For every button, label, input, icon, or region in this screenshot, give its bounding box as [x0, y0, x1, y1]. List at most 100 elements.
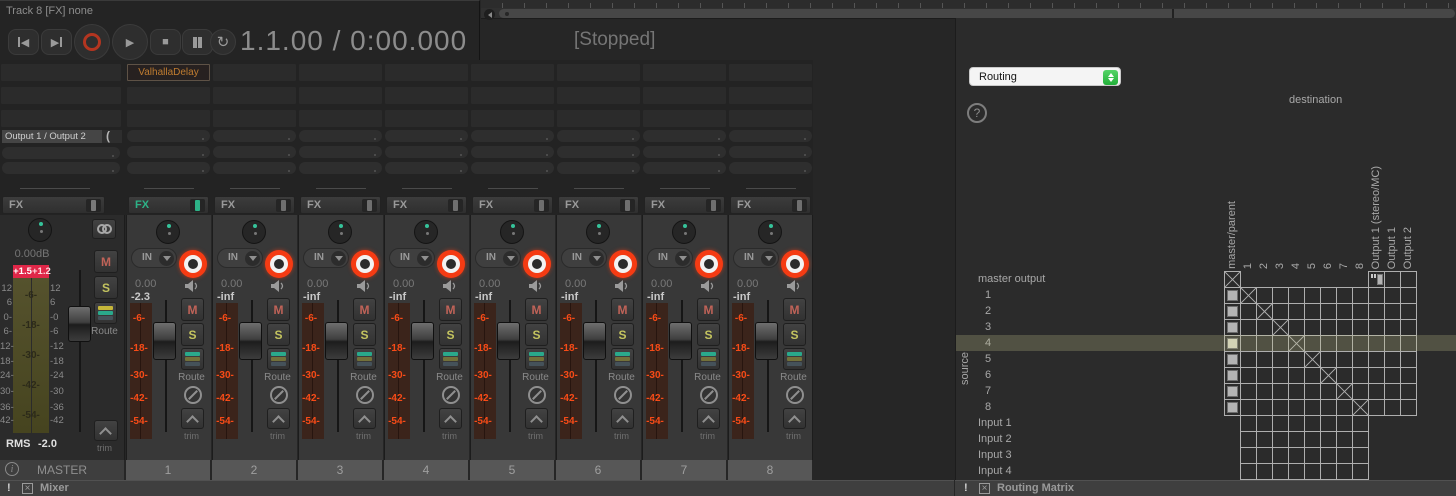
route-button[interactable]: [525, 348, 548, 370]
matrix-cell[interactable]: [1272, 287, 1289, 304]
input-dropdown[interactable]: [589, 251, 604, 266]
matrix-cell[interactable]: [1288, 431, 1305, 448]
volume-fader[interactable]: [239, 322, 262, 360]
matrix-cell[interactable]: [1240, 367, 1257, 384]
phase-invert-button[interactable]: [786, 386, 804, 404]
input-button[interactable]: IN: [131, 248, 177, 268]
clip-indicator-right[interactable]: +1.2: [32, 265, 49, 278]
fx-slot[interactable]: [643, 110, 726, 127]
input-dropdown[interactable]: [159, 251, 174, 266]
solo-button[interactable]: S: [353, 323, 376, 346]
matrix-cell[interactable]: [1336, 335, 1353, 352]
record-arm-button[interactable]: [351, 250, 379, 278]
phase-invert-button[interactable]: [270, 386, 288, 404]
record-arm-button[interactable]: [523, 250, 551, 278]
matrix-cell[interactable]: [1288, 399, 1305, 416]
matrix-cell[interactable]: [1400, 367, 1417, 384]
send-slot[interactable]: [2, 147, 120, 159]
input-dropdown[interactable]: [675, 251, 690, 266]
matrix-cell[interactable]: [1256, 287, 1273, 304]
send-slot[interactable]: [471, 130, 554, 142]
volume-fader[interactable]: [755, 322, 778, 360]
matrix-cell[interactable]: [1336, 383, 1353, 400]
volume-fader[interactable]: [325, 322, 348, 360]
matrix-cell[interactable]: [1240, 335, 1257, 352]
fx-slot[interactable]: [557, 64, 640, 81]
matrix-cell[interactable]: [1304, 335, 1321, 352]
track-label-cell[interactable]: 7: [642, 460, 726, 480]
input-dropdown[interactable]: [245, 251, 260, 266]
route-button[interactable]: [181, 348, 204, 370]
matrix-cell[interactable]: [1272, 463, 1289, 480]
matrix-cell[interactable]: [1304, 463, 1321, 480]
trim-button[interactable]: [697, 408, 720, 429]
solo-button[interactable]: S: [525, 323, 548, 346]
send-slot[interactable]: [299, 146, 382, 158]
matrix-cell[interactable]: [1400, 335, 1417, 352]
mute-button[interactable]: M: [525, 298, 548, 321]
send-slot[interactable]: [557, 146, 640, 158]
matrix-cell[interactable]: [1256, 351, 1273, 368]
matrix-cell[interactable]: [1320, 463, 1337, 480]
go-to-end-button[interactable]: ▶: [41, 29, 72, 55]
hw-output-send[interactable]: Output 1 / Output 2(: [2, 130, 122, 143]
fx-slot[interactable]: [299, 87, 382, 104]
matrix-cell[interactable]: [1256, 463, 1273, 480]
fx-slot[interactable]: [299, 110, 382, 127]
record-arm-button[interactable]: [695, 250, 723, 278]
fx-slot[interactable]: [385, 87, 468, 104]
input-button[interactable]: IN: [303, 248, 349, 268]
matrix-cell[interactable]: [1320, 367, 1337, 384]
input-button[interactable]: IN: [561, 248, 607, 268]
matrix-cell[interactable]: [1272, 319, 1289, 336]
matrix-cell[interactable]: [1304, 351, 1321, 368]
matrix-cell[interactable]: [1288, 447, 1305, 464]
matrix-cell[interactable]: [1240, 383, 1257, 400]
solo-button[interactable]: S: [783, 323, 806, 346]
matrix-cell[interactable]: [1352, 335, 1369, 352]
matrix-cell[interactable]: [1304, 319, 1321, 336]
matrix-cell[interactable]: [1336, 367, 1353, 384]
fx-slot[interactable]: [643, 87, 726, 104]
matrix-cell[interactable]: [1288, 303, 1305, 320]
pan-knob[interactable]: [586, 220, 610, 244]
trim-button[interactable]: [611, 408, 634, 429]
solo-button[interactable]: S: [439, 323, 462, 346]
matrix-cell[interactable]: [1336, 351, 1353, 368]
track-label-cell[interactable]: 8: [728, 460, 812, 480]
route-button[interactable]: [783, 348, 806, 370]
route-button[interactable]: [267, 348, 290, 370]
matrix-cell[interactable]: [1384, 335, 1401, 352]
send-slot[interactable]: [385, 162, 468, 174]
mute-button[interactable]: M: [353, 298, 376, 321]
fx-wet-knob[interactable]: [190, 199, 205, 212]
matrix-cell[interactable]: [1288, 319, 1305, 336]
matrix-cell[interactable]: [1352, 303, 1369, 320]
matrix-cell[interactable]: [1320, 335, 1337, 352]
send-slot[interactable]: [127, 130, 210, 142]
matrix-cell[interactable]: [1384, 383, 1401, 400]
matrix-cell[interactable]: [1240, 287, 1257, 304]
fx-slot[interactable]: [1, 110, 121, 127]
matrix-cell[interactable]: [1400, 383, 1417, 400]
go-to-start-button[interactable]: ◀: [8, 29, 39, 55]
send-slot[interactable]: [471, 146, 554, 158]
matrix-cell[interactable]: [1400, 351, 1417, 368]
send-slot[interactable]: [385, 130, 468, 142]
matrix-cell[interactable]: [1352, 351, 1369, 368]
track-label-cell[interactable]: 5: [470, 460, 554, 480]
matrix-cell[interactable]: [1352, 431, 1369, 448]
matrix-cell[interactable]: [1336, 447, 1353, 464]
master-trim-button[interactable]: [94, 420, 118, 441]
input-button[interactable]: IN: [389, 248, 435, 268]
matrix-cell[interactable]: [1256, 447, 1273, 464]
info-icon[interactable]: i: [5, 462, 19, 476]
matrix-cell[interactable]: [1384, 271, 1401, 288]
volume-fader[interactable]: [497, 322, 520, 360]
fx-wet-knob[interactable]: [792, 199, 807, 212]
fx-wet-knob[interactable]: [534, 199, 549, 212]
trim-button[interactable]: [525, 408, 548, 429]
fx-button[interactable]: FX: [730, 196, 811, 214]
fx-slot[interactable]: [213, 87, 296, 104]
fx-slot[interactable]: [1, 64, 121, 81]
